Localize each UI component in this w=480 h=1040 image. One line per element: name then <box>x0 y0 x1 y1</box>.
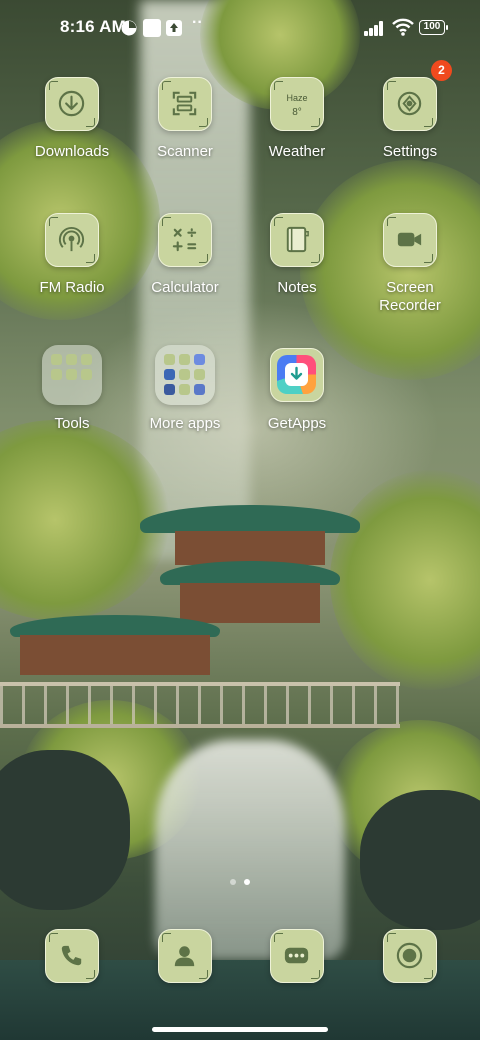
weather-temperature: 8° <box>292 107 302 118</box>
getapps-icon <box>270 348 324 402</box>
app-scanner[interactable]: Scanner <box>130 77 240 161</box>
app-getapps[interactable]: GetApps <box>242 348 352 433</box>
messages-icon <box>270 929 324 983</box>
weather-icon: Haze 8° <box>270 77 324 131</box>
page-dot-active[interactable] <box>244 879 250 885</box>
download-icon <box>45 77 99 131</box>
dock-contacts[interactable] <box>130 929 240 983</box>
folder-tools[interactable]: Tools <box>17 345 127 433</box>
app-label: Weather <box>268 143 326 160</box>
status-time: 8:16 AM <box>60 17 126 36</box>
page-indicator[interactable] <box>228 879 252 887</box>
folder-more-apps[interactable]: More apps <box>130 345 240 433</box>
video-camera-icon <box>383 213 437 267</box>
gear-icon <box>383 77 437 131</box>
app-label: Settings <box>382 143 438 160</box>
app-label: More apps <box>149 415 221 432</box>
page-dot[interactable] <box>230 879 236 885</box>
settings-notification-badge: 2 <box>431 60 452 81</box>
camera-icon <box>383 929 437 983</box>
app-label: Notes <box>277 279 317 296</box>
status-bar: 8:16 AM ·· 100 <box>0 0 480 56</box>
dock-phone[interactable] <box>17 929 127 983</box>
app-fm-radio[interactable]: FM Radio <box>17 213 127 297</box>
app-settings[interactable]: Settings <box>355 77 465 161</box>
battery-icon: 100 <box>419 20 448 35</box>
scanner-icon <box>158 77 212 131</box>
app-calculator[interactable]: Calculator <box>130 213 240 297</box>
app-label: Screen Recorder <box>379 279 441 314</box>
phone-icon <box>45 929 99 983</box>
folder-icon <box>155 345 215 405</box>
app-label: Downloads <box>34 143 110 160</box>
dock-messages[interactable] <box>242 929 352 983</box>
upload-notification-icon <box>166 20 182 36</box>
app-label: Calculator <box>151 279 219 296</box>
app-screen-recorder[interactable]: Screen Recorder <box>355 213 465 315</box>
notification-app-icon <box>143 19 161 37</box>
home-gesture-bar[interactable] <box>152 1027 328 1032</box>
wifi-icon <box>392 18 414 36</box>
weather-condition: Haze <box>286 93 308 103</box>
app-downloads[interactable]: Downloads <box>17 77 127 161</box>
app-label: FM Radio <box>39 279 105 296</box>
more-notifications-indicator: ·· <box>192 14 203 31</box>
app-notes[interactable]: Notes <box>242 213 352 297</box>
app-label: GetApps <box>267 415 327 432</box>
dock-camera[interactable] <box>355 929 465 983</box>
contacts-icon <box>158 929 212 983</box>
calculator-icon <box>158 213 212 267</box>
data-saver-icon <box>121 20 137 36</box>
radio-icon <box>45 213 99 267</box>
signal-icon <box>364 20 386 36</box>
app-weather[interactable]: Haze 8° Weather <box>242 77 352 161</box>
folder-icon <box>42 345 102 405</box>
app-label: Tools <box>54 415 90 432</box>
notes-icon <box>270 213 324 267</box>
app-label: Scanner <box>157 143 213 160</box>
